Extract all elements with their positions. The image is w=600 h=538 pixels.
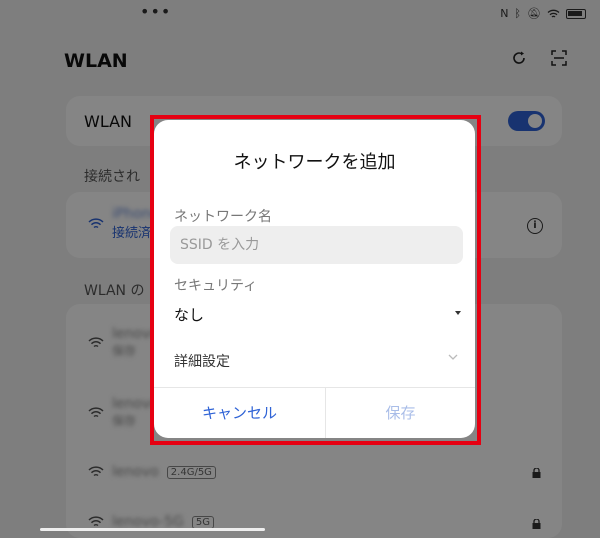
chevron-down-icon[interactable] xyxy=(448,352,458,362)
save-button[interactable]: 保存 xyxy=(326,388,475,438)
security-label: セキュリティ xyxy=(174,278,258,294)
cancel-button[interactable]: キャンセル xyxy=(154,388,325,438)
security-select[interactable]: なし xyxy=(174,304,204,325)
ssid-input[interactable] xyxy=(170,226,463,264)
add-network-dialog: ネットワークを追加 ネットワーク名 セキュリティ なし 詳細設定 キャンセル 保… xyxy=(154,120,475,438)
home-indicator xyxy=(40,528,265,531)
dialog-title: ネットワークを追加 xyxy=(233,152,396,173)
advanced-settings[interactable]: 詳細設定 xyxy=(174,351,230,371)
dropdown-arrow-icon[interactable] xyxy=(455,311,461,315)
ssid-label: ネットワーク名 xyxy=(174,209,272,225)
